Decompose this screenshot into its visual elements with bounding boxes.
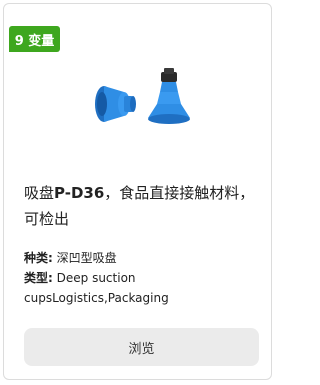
title-prefix: 吸盘	[24, 184, 55, 202]
product-image[interactable]	[84, 66, 204, 136]
spec-key: 种类:	[24, 251, 53, 265]
product-card[interactable]: 9 变量 吸盘P-D36，食品直接接触材料，可检出 种类: 深凹型吸盘 类型: …	[3, 3, 272, 380]
suction-cup-icon	[95, 68, 190, 124]
browse-button-label: 浏览	[128, 341, 155, 357]
spec-key: 类型:	[24, 271, 53, 285]
spec-row-kind: 种类: 深凹型吸盘	[24, 248, 260, 268]
browse-button[interactable]: 浏览	[24, 328, 259, 366]
variant-count-label: 9 变量	[14, 33, 55, 49]
product-title[interactable]: 吸盘P-D36，食品直接接触材料，可检出	[24, 180, 260, 232]
spec-value: 深凹型吸盘	[56, 251, 117, 265]
variant-count-badge: 9 变量	[9, 26, 60, 52]
spec-row-type: 类型: Deep suction cupsLogistics,Packaging	[24, 268, 260, 308]
product-model: P-D36	[54, 184, 105, 202]
